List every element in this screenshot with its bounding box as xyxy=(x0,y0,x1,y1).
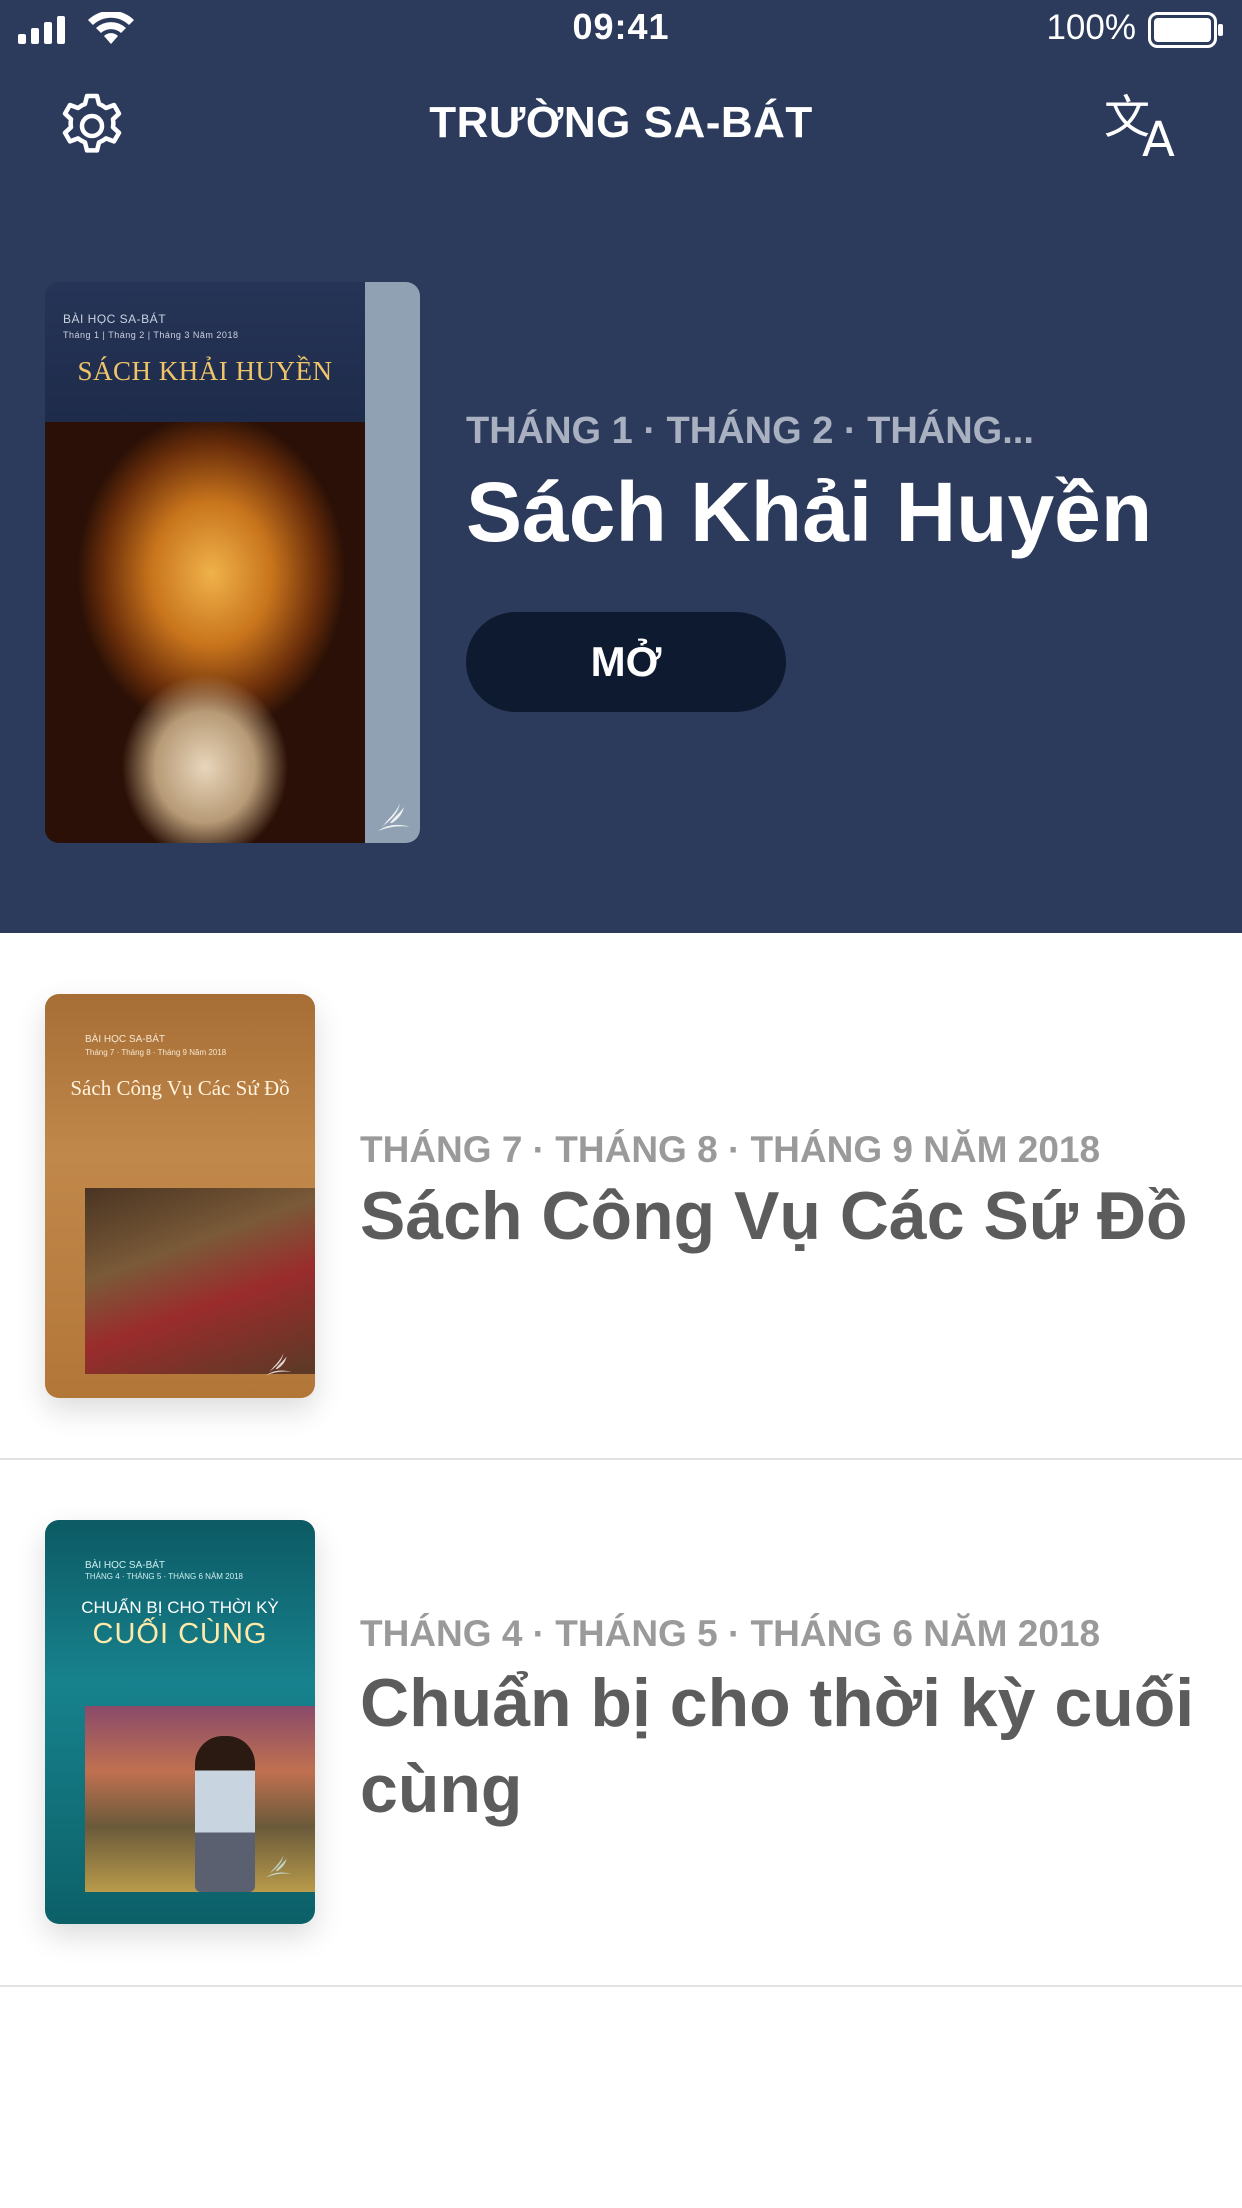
nav-bar: TRƯỜNG SA-BÁT 文 A xyxy=(0,80,1242,172)
open-button[interactable]: MỞ xyxy=(466,612,786,712)
cover-header-label: BÀI HỌC SA-BÁT xyxy=(85,1560,166,1571)
translate-language-icon[interactable]: 文 A xyxy=(1104,92,1184,168)
cover-title: Sách Công Vụ Các Sứ Đồ xyxy=(70,1076,290,1100)
featured-title[interactable]: Sách Khải Huyền xyxy=(466,464,1226,561)
cover-title-line-1: CHUẨN BỊ CHO THỜI KỲ xyxy=(81,1598,279,1617)
status-bar: 09:41 100% xyxy=(0,0,1242,60)
featured-quarter-label: THÁNG 1 · THÁNG 2 · THÁNG... xyxy=(466,410,1034,452)
featured-header: 09:41 100% TRƯỜNG SA-BÁT 文 A BÀI HỌC SA-… xyxy=(0,0,1242,933)
featured-quarterly-cover[interactable]: BÀI HỌC SA-BÁT Tháng 1 | Tháng 2 | Tháng… xyxy=(45,282,420,843)
cover-dates-label: THÁNG 4 · THÁNG 5 · THÁNG 6 NĂM 2018 xyxy=(85,1572,243,1581)
lesson-list-item[interactable]: BÀI HỌC SA-BÁT Tháng 7 · Tháng 8 · Tháng… xyxy=(0,933,1242,1460)
apostles-artwork xyxy=(85,1188,315,1374)
lesson-cover[interactable]: BÀI HỌC SA-BÁT THÁNG 4 · THÁNG 5 · THÁNG… xyxy=(45,1520,315,1924)
lesson-cover[interactable]: BÀI HỌC SA-BÁT Tháng 7 · Tháng 8 · Tháng… xyxy=(45,994,315,1398)
cover-dates-label: Tháng 1 | Tháng 2 | Tháng 3 Năm 2018 xyxy=(63,330,239,340)
battery-icon xyxy=(1148,12,1223,48)
cover-spine xyxy=(365,282,420,843)
cover-title-line-2: CUỐI CÙNG xyxy=(92,1618,268,1650)
cover-dates-label: Tháng 7 · Tháng 8 · Tháng 9 Năm 2018 xyxy=(85,1048,227,1057)
sda-flame-logo-icon xyxy=(266,1855,292,1878)
cover-header-label: BÀI HỌC SA-BÁT xyxy=(85,1034,166,1045)
lesson-quarter-label: THÁNG 4 · THÁNG 5 · THÁNG 6 NĂM 2018 xyxy=(360,1613,1101,1654)
lesson-quarter-label: THÁNG 7 · THÁNG 8 · THÁNG 9 NĂM 2018 xyxy=(360,1129,1101,1170)
preacher-figure xyxy=(195,1736,255,1892)
cover-title: SÁCH KHẢI HUYỀN xyxy=(77,356,333,386)
translate-glyph-latin: A xyxy=(1142,112,1175,168)
lesson-title[interactable]: Chuẩn bị cho thời kỳ cuối cùng xyxy=(360,1660,1220,1832)
sda-flame-logo-icon xyxy=(266,1353,292,1376)
cover-top-band xyxy=(45,282,365,422)
battery-percent: 100% xyxy=(1046,8,1136,47)
lesson-title[interactable]: Sách Công Vụ Các Sứ Đồ xyxy=(360,1173,1220,1259)
page-title: TRƯỜNG SA-BÁT xyxy=(429,98,813,147)
lesson-list-item[interactable]: BÀI HỌC SA-BÁT THÁNG 4 · THÁNG 5 · THÁNG… xyxy=(0,1460,1242,1987)
sda-flame-logo-icon xyxy=(378,803,410,831)
cover-header-label: BÀI HỌC SA-BÁT xyxy=(63,312,167,326)
lion-and-lamb-artwork xyxy=(45,422,365,843)
